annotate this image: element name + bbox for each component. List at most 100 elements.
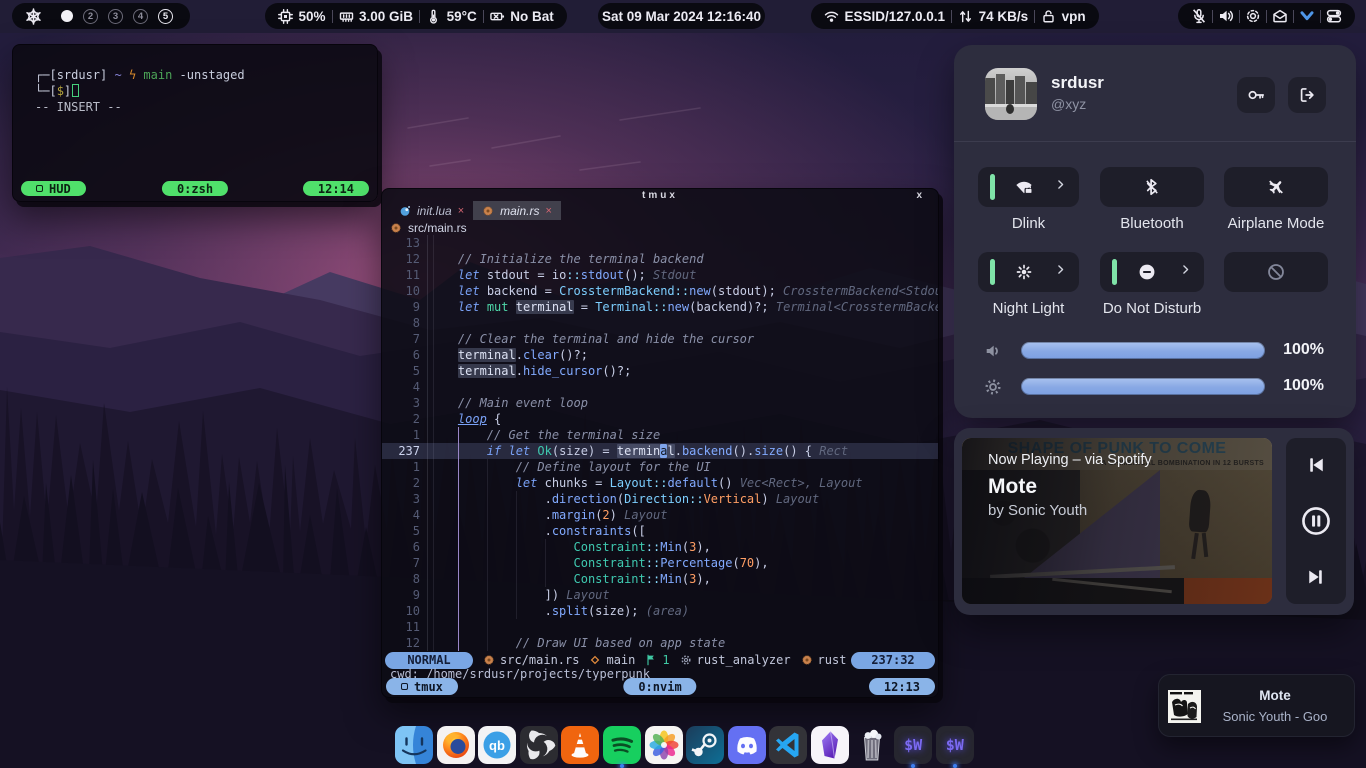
notification-toast[interactable]: Mote Sonic Youth - Goo	[1158, 674, 1355, 737]
dock: qb	[395, 724, 974, 764]
scope-guide	[458, 427, 459, 651]
workspace-4[interactable]: 4	[133, 9, 148, 24]
clock-pill[interactable]: Sat 09 Mar 2024 12:16:40	[598, 3, 765, 29]
line-number: 8	[382, 571, 420, 587]
dock-item-trash[interactable]	[853, 726, 891, 764]
lock-stat: vpn	[1041, 9, 1086, 24]
avatar[interactable]	[985, 68, 1037, 120]
tmux-window-badge[interactable]: 0:zsh	[162, 181, 228, 196]
code-line: 11	[382, 619, 938, 635]
do-not-disturb-icon	[1138, 263, 1156, 281]
line-number: 4	[382, 379, 420, 395]
chevron-down-icon[interactable]	[1299, 8, 1315, 24]
buffer-tab-main.rs[interactable]: main.rs ×	[473, 201, 561, 220]
updown-arrows-stat: 74 KB/s	[958, 9, 1028, 24]
brightness-slider[interactable]	[1021, 378, 1265, 395]
lock-keys-button[interactable]	[1237, 77, 1275, 113]
top-status-bar: 2345 50%3.00 GiB59°CNo Bat Sat 09 Mar 20…	[0, 0, 1366, 33]
previous-button[interactable]	[1306, 455, 1326, 475]
line-number: 6	[382, 539, 420, 555]
tmux-session-badge[interactable]: tmux	[386, 678, 458, 695]
tmux-session-name: tmux	[414, 680, 443, 694]
next-button[interactable]	[1306, 567, 1326, 587]
chevron-right-icon[interactable]	[1055, 179, 1066, 190]
divider	[419, 10, 420, 23]
close-window-button[interactable]: x	[916, 190, 922, 201]
close-tab-button[interactable]: ×	[458, 205, 464, 217]
dock-item-obs-studio[interactable]	[520, 726, 558, 764]
dock-item-vscode[interactable]	[769, 726, 807, 764]
tile-night-light[interactable]	[978, 252, 1079, 292]
editor-window[interactable]: tmux x init.lua× main.rs × src/main.rs 131…	[381, 188, 939, 698]
dock-item-firefox[interactable]	[437, 726, 475, 764]
line-number: 237	[382, 443, 420, 459]
indent-guide	[487, 459, 488, 651]
workspace-5[interactable]: 5	[158, 9, 173, 24]
dock-item-vlc[interactable]	[561, 726, 599, 764]
tile-dlink[interactable]	[978, 167, 1079, 207]
media-player-card: SHAPE OF PUNK TO COME A CHIMERICAL BOMBI…	[954, 428, 1354, 615]
pause-button[interactable]	[1301, 506, 1331, 536]
firefox-icon	[437, 726, 475, 764]
dock-item-discord[interactable]	[728, 726, 766, 764]
running-indicator	[953, 764, 957, 768]
dock-item-photos[interactable]	[645, 726, 683, 764]
tile-label: Bluetooth	[1082, 215, 1222, 232]
line-number: 2	[382, 475, 420, 491]
workspace-1[interactable]	[61, 10, 73, 22]
dock-item-spotify[interactable]	[603, 726, 641, 764]
now-playing-source: Now Playing – via Spotify	[988, 452, 1152, 468]
lock-icon	[1041, 9, 1056, 24]
tile-bluetooth[interactable]	[1100, 167, 1204, 207]
divider	[954, 141, 1356, 142]
discord-icon	[728, 726, 766, 764]
microphone-muted-icon[interactable]	[1191, 8, 1207, 24]
line-number: 3	[382, 395, 420, 411]
terminal-window[interactable]: ┌─[srdusr] ~ ϟ main -unstaged└─[$]-- INS…	[12, 44, 378, 202]
window-titlebar[interactable]: tmux x	[382, 189, 938, 201]
tmux-window-badge[interactable]: 0:nvim	[623, 678, 696, 695]
line-number: 3	[382, 491, 420, 507]
snowflake-icon[interactable]	[25, 8, 42, 25]
logout-button[interactable]	[1288, 77, 1326, 113]
tab-label: main.rs	[500, 204, 539, 218]
volume-slider[interactable]	[1021, 342, 1265, 359]
speaker-icon[interactable]	[1218, 8, 1234, 24]
dock-item-sw-app-2[interactable]: $W	[936, 726, 974, 764]
code-text: if let Ok(size) = terminal.backend().siz…	[420, 443, 848, 459]
cpu-stat: 50%	[278, 9, 326, 24]
dock-item-finder[interactable]	[395, 726, 433, 764]
dock-item-sw-app-1[interactable]: $W	[894, 726, 932, 764]
statusline-rust: rust	[801, 653, 847, 667]
dock-item-qbittorrent[interactable]: qb	[478, 726, 516, 764]
stat-value: 50%	[299, 9, 326, 24]
tile-do-not-disturb[interactable]	[1100, 252, 1204, 292]
tmux-session-badge[interactable]: HUD	[21, 181, 86, 196]
close-tab-button[interactable]: ×	[545, 205, 551, 217]
settings-gear-icon[interactable]	[1245, 8, 1261, 24]
memory-stat: 3.00 GiB	[339, 9, 414, 24]
blocked-icon	[1267, 263, 1285, 281]
code-area[interactable]: 1312 // Initialize the terminal backend1…	[382, 235, 938, 651]
toggles-icon[interactable]	[1326, 8, 1342, 24]
tile-airplane-mode[interactable]	[1224, 167, 1328, 207]
statusline-segments: src/main.rsmain1rust_analyzerrust	[483, 653, 851, 667]
terminal-text: main	[143, 68, 172, 82]
buffer-tab-init.lua[interactable]: init.lua×	[390, 201, 473, 220]
qbittorrent-icon: qb	[478, 726, 516, 764]
cpu-icon	[278, 9, 293, 24]
code-text: // Draw UI based on app state	[420, 635, 725, 651]
chevron-right-icon[interactable]	[1180, 264, 1191, 275]
tile-blocked[interactable]	[1224, 252, 1328, 292]
notification-body: Sonic Youth - Goo	[1201, 709, 1349, 724]
mail-icon[interactable]	[1272, 8, 1288, 24]
chevron-right-icon[interactable]	[1055, 264, 1066, 275]
workspace-3[interactable]: 3	[108, 9, 123, 24]
dock-item-obsidian[interactable]	[811, 726, 849, 764]
dock-item-steam[interactable]	[686, 726, 724, 764]
stat-value: 3.00 GiB	[359, 9, 413, 24]
code-line-current: 237 if let Ok(size) = terminal.backend()…	[382, 443, 938, 459]
workspace-2[interactable]: 2	[83, 9, 98, 24]
vim-mode-badge: NORMAL	[385, 652, 473, 669]
statusline-src-main-rs: src/main.rs	[483, 653, 579, 667]
